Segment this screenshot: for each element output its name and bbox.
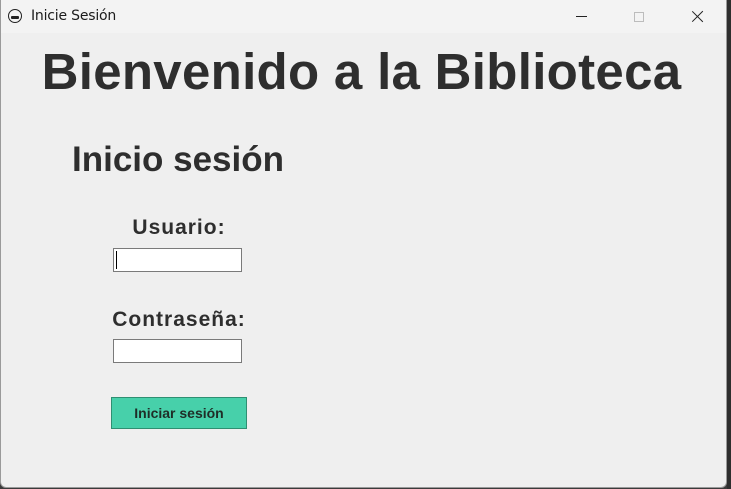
title-bar[interactable]: Inicie Sesión xyxy=(1,0,726,33)
desktop-background xyxy=(727,0,731,489)
password-label: Contraseña: xyxy=(112,308,246,331)
text-caret xyxy=(116,251,117,269)
welcome-title: Bienvenido a la Biblioteca xyxy=(41,43,682,100)
minimize-button[interactable] xyxy=(558,0,604,33)
close-button[interactable] xyxy=(674,0,720,33)
minimize-icon xyxy=(575,16,587,17)
window-title: Inicie Sesión xyxy=(31,8,117,24)
login-button[interactable]: Iniciar sesión xyxy=(111,397,247,429)
close-icon xyxy=(691,10,704,23)
password-input[interactable] xyxy=(113,339,242,363)
maximize-icon xyxy=(634,11,644,22)
maximize-button[interactable] xyxy=(616,0,662,33)
app-icon xyxy=(8,9,22,23)
login-heading: Inicio sesión xyxy=(72,140,284,179)
username-input[interactable] xyxy=(113,248,242,272)
username-label: Usuario: xyxy=(132,216,226,239)
login-window: Inicie Sesión Bienvenido a la Biblioteca… xyxy=(0,0,727,488)
